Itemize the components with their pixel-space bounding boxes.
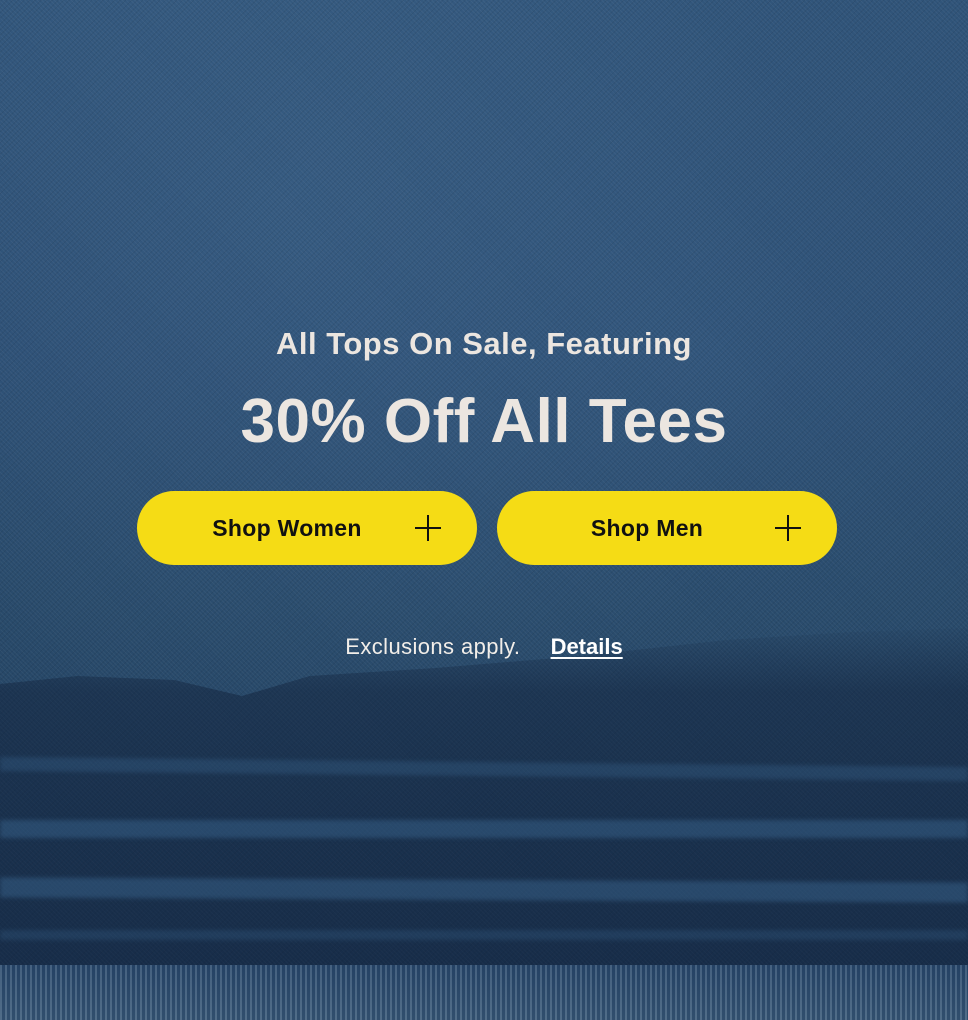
exclusions-line: Exclusions apply. Details (0, 634, 968, 660)
promo-headline: 30% Off All Tees (240, 387, 728, 456)
plus-icon (775, 515, 801, 541)
shop-men-button[interactable]: Shop Men (497, 491, 837, 565)
shop-women-label: Shop Women (212, 515, 362, 541)
hero-banner: All Tops On Sale, Featuring 30% Off All … (0, 0, 968, 1020)
promo-subheading: All Tops On Sale, Featuring (276, 326, 692, 361)
plus-icon (415, 515, 441, 541)
details-link[interactable]: Details (551, 634, 623, 659)
exclusions-text: Exclusions apply. (345, 634, 521, 659)
shop-women-button[interactable]: Shop Women (137, 491, 477, 565)
promo-content: All Tops On Sale, Featuring 30% Off All … (0, 0, 968, 1020)
shop-men-label: Shop Men (590, 515, 704, 541)
